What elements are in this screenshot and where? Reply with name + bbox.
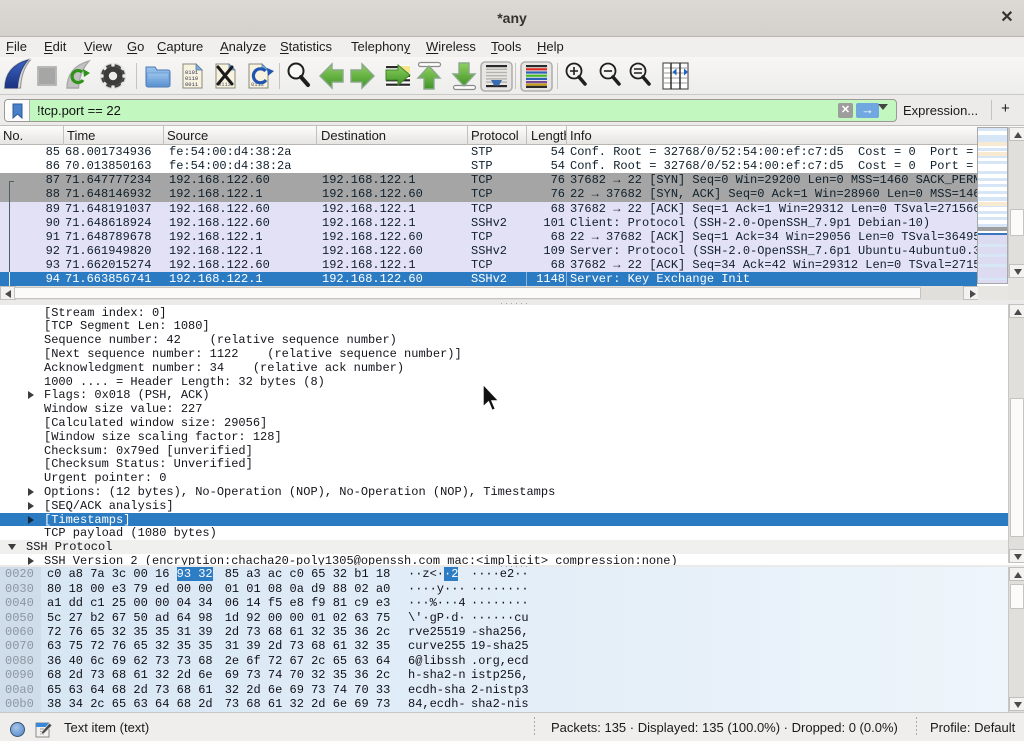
svg-text:0011: 0011 xyxy=(185,81,199,88)
